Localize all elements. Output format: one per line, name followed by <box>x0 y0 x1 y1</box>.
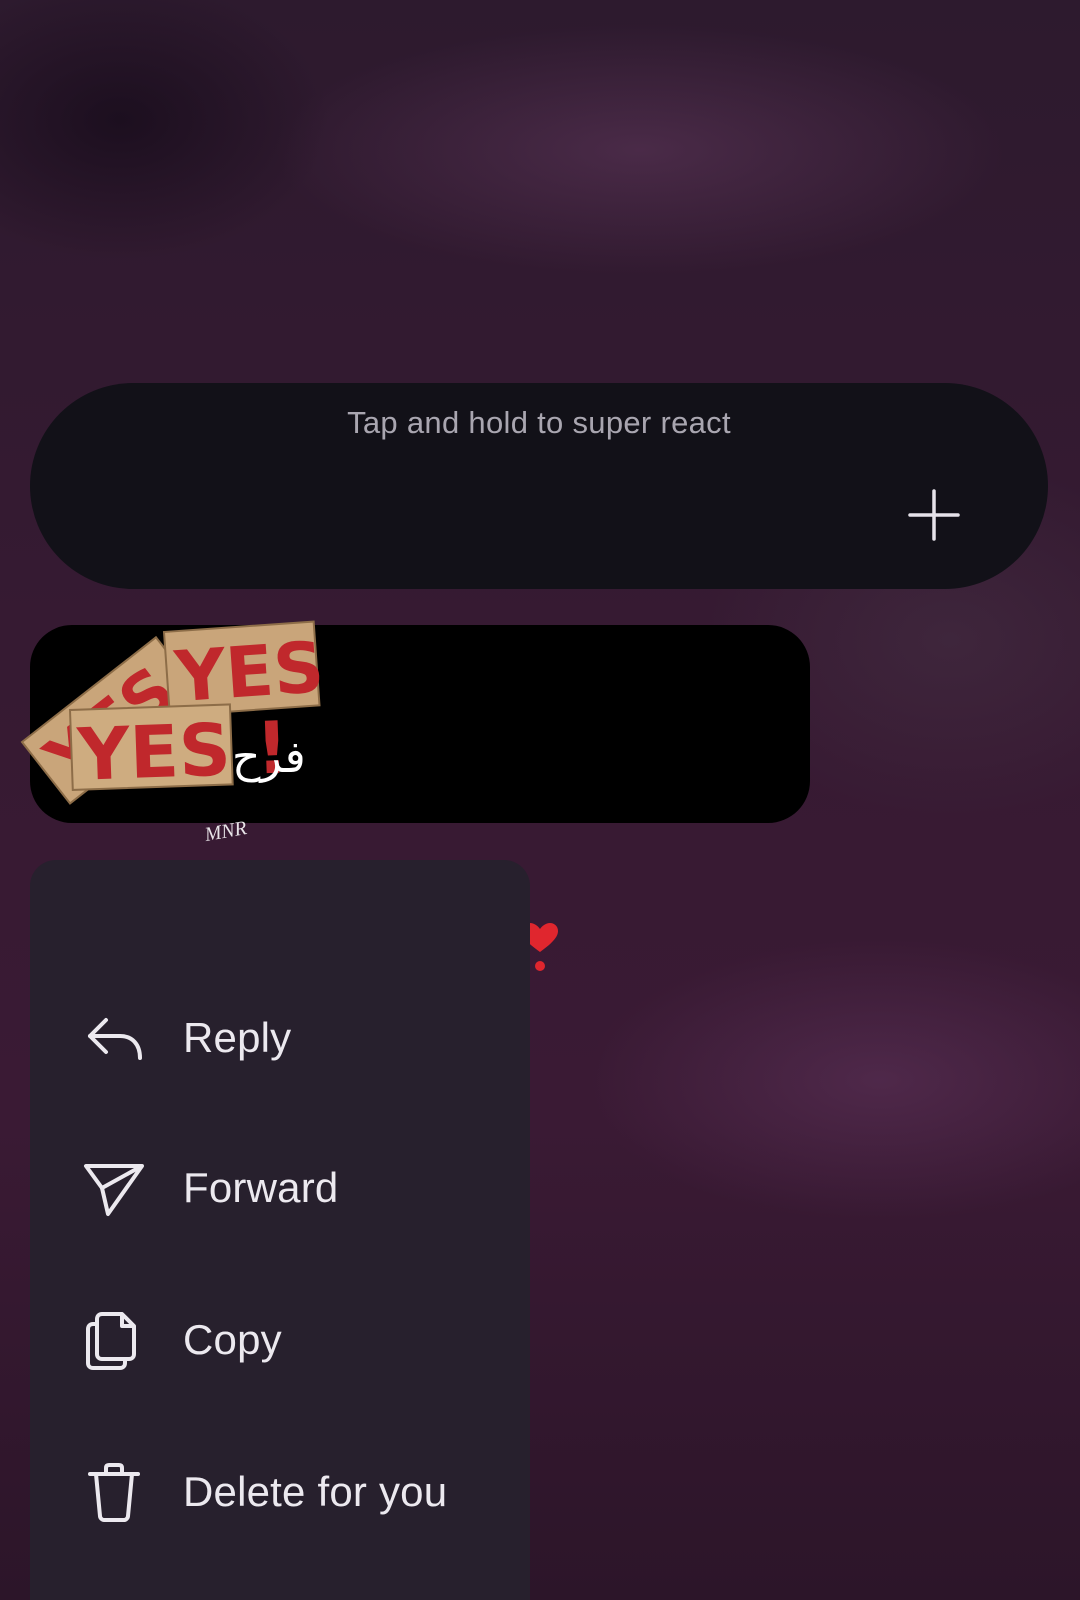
delete-for-you-label: Delete for you <box>183 1468 448 1515</box>
paper-plane-icon <box>82 1156 146 1220</box>
copy-label: Copy <box>183 1316 282 1363</box>
sticker-text-middle: YES ! <box>171 622 324 718</box>
message-text: فرح <box>232 732 306 783</box>
super-react-hint: Tap and hold to super react <box>347 405 731 440</box>
copy-menu-item[interactable]: Copy <box>30 1280 530 1400</box>
forward-menu-item[interactable]: Forward <box>30 1128 530 1248</box>
plus-icon <box>908 489 960 541</box>
message-context-menu: Reply Forward Copy Delete for you <box>30 860 530 1600</box>
add-reaction-button[interactable] <box>904 485 964 545</box>
reply-label: Reply <box>183 1014 292 1061</box>
reply-arrow-icon <box>82 1006 146 1070</box>
forward-label: Forward <box>183 1164 339 1211</box>
copy-icon <box>82 1308 146 1372</box>
reaction-bar: Tap and hold to super react <box>30 383 1048 589</box>
trash-icon <box>82 1460 146 1524</box>
delete-for-you-menu-item[interactable]: Delete for you <box>30 1432 530 1552</box>
reply-menu-item[interactable]: Reply <box>30 978 530 1098</box>
